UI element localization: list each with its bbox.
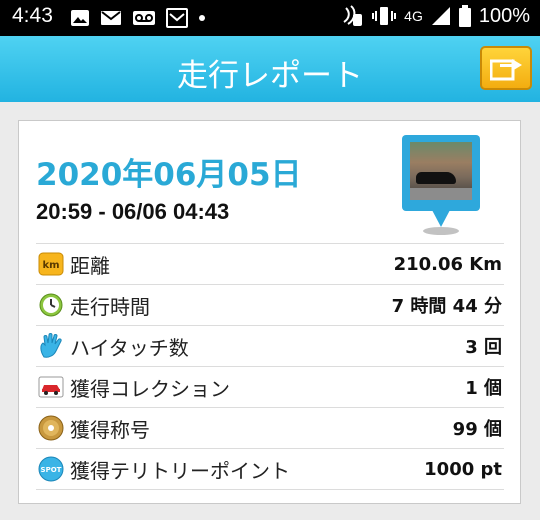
stat-row-drive-time: 走行時間 7 時間 44 分 xyxy=(36,284,504,325)
dot-icon xyxy=(199,15,205,21)
stats-list: km 距離 210.06 Km 走行時間 7 時間 44 分 ハイタッチ数 3 … xyxy=(36,243,504,490)
photo-pin[interactable] xyxy=(400,133,490,237)
stat-row-titles: 獲得称号 99 個 xyxy=(36,407,504,448)
stat-row-collection: 獲得コレクション 1 個 xyxy=(36,366,504,407)
image-icon xyxy=(71,10,89,26)
row-value: 210.06 Km xyxy=(393,253,502,275)
nfc-icon xyxy=(343,5,363,26)
stat-row-territory: SPOT 獲得テリトリーポイント 1000 pt xyxy=(36,448,504,490)
report-time-range: 20:59 - 06/06 04:43 xyxy=(36,199,230,224)
voicemail-icon xyxy=(133,11,155,25)
row-label: 獲得テリトリーポイント xyxy=(70,458,290,483)
hand-icon xyxy=(38,333,64,359)
app-header: 走行レポート xyxy=(0,36,540,102)
km-icon: km xyxy=(38,251,64,277)
mail-icon xyxy=(101,11,121,25)
system-icons: 4G 100% xyxy=(340,4,530,28)
signal-icon xyxy=(431,7,450,25)
stat-row-distance: km 距離 210.06 Km xyxy=(36,243,504,284)
row-value: 1 個 xyxy=(465,378,502,399)
battery-percent: 100% xyxy=(478,4,530,27)
row-label: ハイタッチ数 xyxy=(70,335,189,360)
share-arrow-icon xyxy=(490,59,522,81)
row-value: 7 時間 44 分 xyxy=(391,296,502,317)
report-card: 2020年06月05日 20:59 - 06/06 04:43 km 距離 21… xyxy=(18,120,521,504)
row-label: 獲得称号 xyxy=(70,417,150,442)
medal-icon xyxy=(38,415,64,441)
mail-box-icon xyxy=(166,8,188,28)
stat-row-high-touch: ハイタッチ数 3 回 xyxy=(36,325,504,366)
km-icon-text: km xyxy=(42,260,59,271)
car-card-icon xyxy=(38,374,64,400)
report-date: 2020年06月05日 xyxy=(36,157,302,193)
row-label: 走行時間 xyxy=(70,294,150,319)
row-value: 1000 pt xyxy=(424,458,502,480)
notification-icons xyxy=(70,8,206,28)
page-title: 走行レポート xyxy=(177,58,363,94)
vibrate-icon xyxy=(372,7,397,25)
row-value: 99 個 xyxy=(452,419,502,440)
spot-icon: SPOT xyxy=(38,456,64,482)
status-bar: 4:43 4G 100% xyxy=(0,0,540,36)
status-time: 4:43 xyxy=(12,4,53,27)
row-value: 3 回 xyxy=(465,337,502,358)
row-label: 獲得コレクション xyxy=(70,376,230,401)
clock-icon xyxy=(38,292,64,318)
share-button[interactable] xyxy=(480,46,532,90)
spot-icon-text: SPOT xyxy=(41,466,62,474)
trip-photo xyxy=(410,142,472,200)
row-label: 距離 xyxy=(70,253,110,278)
battery-icon xyxy=(458,5,471,27)
network-type: 4G xyxy=(404,8,423,24)
